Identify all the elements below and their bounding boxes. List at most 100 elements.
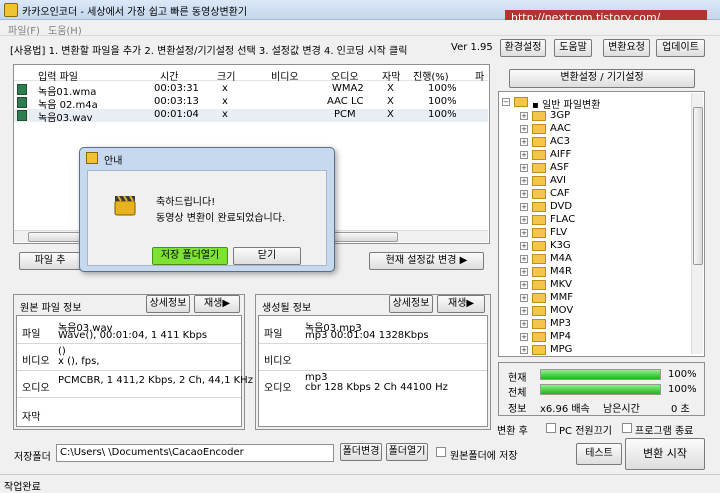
expand-icon[interactable]: + (520, 138, 528, 146)
file-table-header: 입력 파일 시간 크기 비디오 오디오 자막 진행(%) 파 (14, 65, 488, 83)
current-progress-label: 현재 (508, 373, 527, 384)
expand-icon[interactable]: + (520, 346, 528, 354)
dialog-title: 안내 (104, 156, 123, 167)
col-input-file[interactable]: 입력 파일 (38, 68, 78, 83)
source-video-meta: x (), fps, (58, 356, 100, 367)
update-button[interactable]: 업데이트 (656, 39, 705, 57)
add-file-button[interactable]: 파일 추 (19, 252, 81, 270)
start-convert-button[interactable]: 변환 시작 (625, 438, 705, 470)
source-detail-button[interactable]: 상세정보 (146, 295, 190, 313)
progress-fill (541, 370, 660, 379)
expand-icon[interactable]: + (520, 268, 528, 276)
folder-icon (532, 306, 546, 316)
program-exit-checkbox[interactable] (622, 423, 632, 433)
scrollbar-thumb[interactable] (693, 107, 703, 265)
tree-item-label: MMF (550, 292, 574, 303)
folder-icon (532, 150, 546, 160)
format-tree: − ▪ 일반 파일변환 +3GP + AAC + AC3 + AIFF + ASF + AVI + CA… (500, 92, 704, 355)
expand-icon[interactable]: + (520, 177, 528, 185)
col-video[interactable]: 비디오 (271, 68, 299, 83)
convert-settings-button[interactable]: 변환설정 / 기기설정 (509, 69, 695, 88)
window-title: 카카오인코더 - 세상에서 가장 쉽고 빠른 동영상변환기 (22, 7, 248, 18)
audio-file-icon (17, 110, 27, 121)
expand-icon[interactable]: + (520, 216, 528, 224)
expand-icon[interactable]: + (520, 112, 528, 120)
cell-time: 00:01:04 (154, 109, 199, 120)
pc-off-checkbox[interactable] (546, 423, 556, 433)
folder-open-button[interactable]: 폴더열기 (386, 443, 428, 461)
notice-dialog: 안내 축하드립니다! 동영상 변환이 완료되었습니다. 저장 폴더열기 닫기 (79, 147, 335, 272)
folder-icon (532, 241, 546, 251)
expand-icon[interactable]: + (520, 307, 528, 315)
folder-icon (532, 215, 546, 225)
tree-item-label: AAC (550, 123, 571, 134)
expand-icon[interactable]: + (520, 242, 528, 250)
expand-icon[interactable]: + (520, 203, 528, 211)
version-label: Ver 1.95 (451, 42, 493, 53)
clapperboard-icon (114, 195, 136, 216)
col-subtitle[interactable]: 자막 (382, 68, 400, 83)
expand-icon[interactable]: + (520, 164, 528, 172)
source-video-label: 비디오 (22, 356, 50, 367)
folder-icon (532, 254, 546, 264)
status-text: 작업완료 (4, 482, 41, 493)
dialog-close-button[interactable]: 닫기 (233, 247, 301, 265)
request-button[interactable]: 변환요청 (603, 39, 650, 57)
tree-item-label: M4A (550, 253, 572, 264)
table-row[interactable]: 녹음 02.m4a 00:03:13 x AAC LC X 100% (14, 96, 488, 111)
menu-help[interactable]: 도움(H) (48, 22, 82, 37)
folder-icon (532, 293, 546, 303)
collapse-icon[interactable]: − (502, 98, 510, 106)
tree-item-label: M4R (550, 266, 572, 277)
folder-icon (532, 163, 546, 173)
folder-change-button[interactable]: 폴더변경 (340, 443, 382, 461)
test-button[interactable]: 테스트 (576, 443, 622, 465)
dialog-line1: 축하드립니다! (156, 197, 216, 208)
tree-item-label: AIFF (550, 149, 572, 160)
expand-icon[interactable]: + (520, 294, 528, 302)
source-play-button[interactable]: 재생▶ (194, 295, 240, 313)
expand-icon[interactable]: + (520, 320, 528, 328)
settings-env-button[interactable]: 환경설정 (500, 39, 546, 57)
change-settings-button[interactable]: 현재 설정값 변경 ▶ (369, 252, 484, 270)
output-detail-button[interactable]: 상세정보 (389, 295, 433, 313)
expand-icon[interactable]: + (520, 125, 528, 133)
table-row[interactable]: 녹음01.wma 00:03:31 x WMA2 X 100% (14, 83, 488, 98)
cell-subtitle: X (387, 96, 394, 107)
folder-icon (532, 280, 546, 290)
save-path-input[interactable]: C:\Users\ \Documents\CacaoEncoder (56, 444, 334, 462)
expand-icon[interactable]: + (520, 333, 528, 341)
tree-item-label: MP3 (550, 318, 572, 329)
audio-file-icon (17, 97, 27, 108)
expand-icon[interactable]: + (520, 229, 528, 237)
expand-icon[interactable]: + (520, 151, 528, 159)
menu-file[interactable]: 파일(F) (8, 22, 40, 37)
source-file-label: 파일 (22, 329, 41, 340)
col-size[interactable]: 크기 (217, 68, 235, 83)
open-save-folder-button[interactable]: 저장 폴더열기 (152, 247, 228, 265)
tree-vertical-scrollbar[interactable] (691, 93, 703, 354)
col-audio[interactable]: 오디오 (331, 68, 359, 83)
total-progress-label: 전체 (508, 388, 527, 399)
cell-audio: AAC LC (327, 96, 364, 107)
speed-value: x6.96 배속 (540, 404, 590, 415)
col-time[interactable]: 시간 (160, 68, 178, 83)
expand-icon[interactable]: + (520, 281, 528, 289)
table-row[interactable]: 녹음03.wav 00:01:04 x PCM X 100% (14, 109, 488, 124)
current-progress-text: 100% (668, 369, 697, 380)
source-audio-label: 오디오 (22, 383, 50, 394)
col-progress[interactable]: 진행(%) (413, 68, 449, 83)
source-audio-value: PCMCBR, 1 411,2 Kbps, 2 Ch, 44,1 KHz (58, 375, 253, 386)
dialog-body: 축하드립니다! 동영상 변환이 완료되었습니다. 저장 폴더열기 닫기 (87, 170, 327, 266)
help-button[interactable]: 도움말 (554, 39, 592, 57)
col-extra[interactable]: 파 (475, 68, 484, 83)
after-convert-label: 변환 후 (497, 426, 528, 437)
source-file-meta: Wave(), 00:01:04, 1 411 Kbps (58, 330, 208, 341)
divider (17, 343, 241, 344)
expand-icon[interactable]: + (520, 255, 528, 263)
save-in-original-checkbox[interactable] (436, 447, 446, 457)
expand-icon[interactable]: + (520, 190, 528, 198)
total-progress-bar (540, 384, 661, 395)
output-play-button[interactable]: 재생▶ (437, 295, 485, 313)
cell-progress: 100% (428, 96, 457, 107)
